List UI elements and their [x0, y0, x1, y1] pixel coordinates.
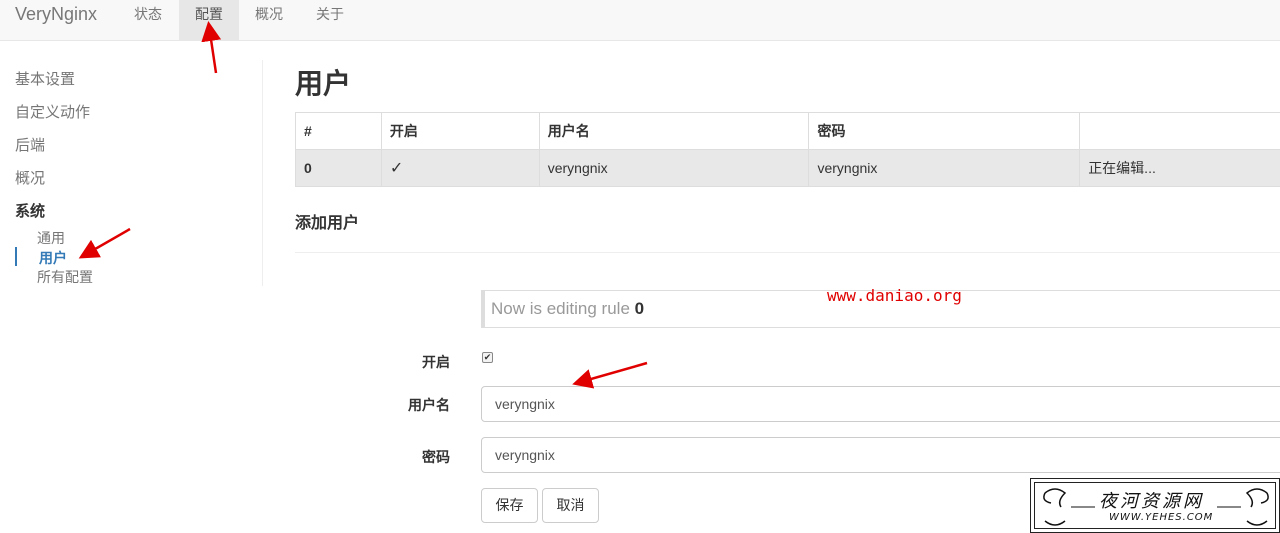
annotation-arrows [78, 21, 648, 389]
arrow-icon [572, 361, 648, 389]
arrow-icon [201, 21, 222, 74]
arrow-icon [78, 227, 131, 259]
